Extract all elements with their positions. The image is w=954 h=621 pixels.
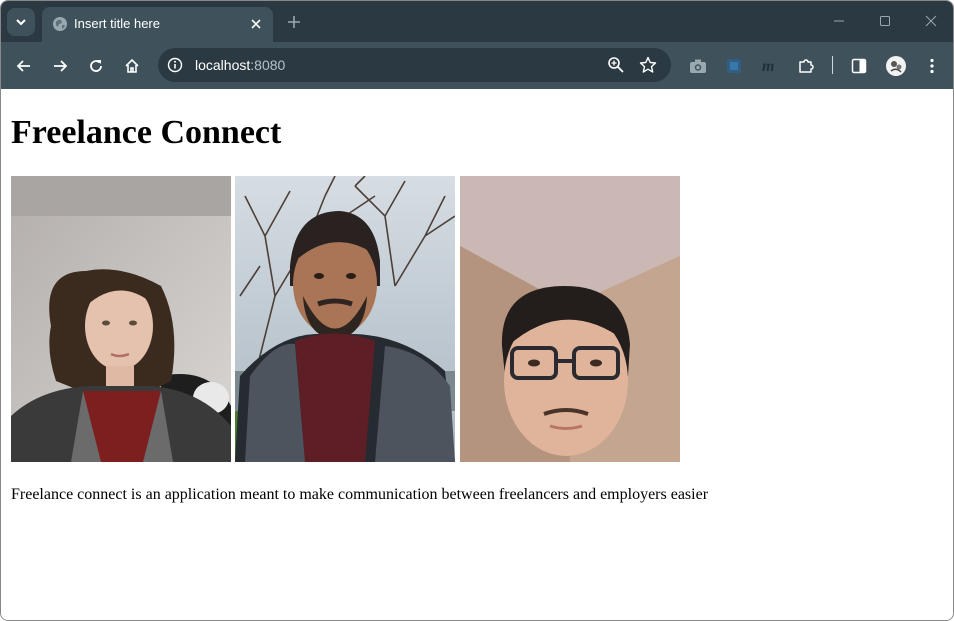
home-button[interactable]	[120, 54, 144, 78]
back-button[interactable]	[12, 54, 36, 78]
side-panel-icon	[851, 58, 867, 74]
m-extension-icon: m	[762, 58, 774, 75]
minimize-button[interactable]	[828, 11, 850, 31]
forward-button[interactable]	[48, 54, 72, 78]
new-tab-button[interactable]	[284, 12, 304, 32]
maximize-button[interactable]	[874, 11, 896, 31]
reload-button[interactable]	[84, 54, 108, 78]
m-extension-button[interactable]: m	[758, 54, 782, 78]
person-photo-3	[460, 176, 680, 462]
app-description: Freelance connect is an application mean…	[11, 486, 709, 503]
side-panel-button[interactable]	[847, 54, 871, 78]
profile-avatar-icon	[886, 56, 906, 76]
profile-button[interactable]	[884, 54, 908, 78]
star-icon[interactable]	[639, 56, 657, 74]
puzzle-extensions-icon	[799, 59, 814, 73]
plus-icon	[288, 16, 300, 28]
person-photo-2	[235, 176, 455, 462]
zoom-icon[interactable]	[607, 56, 625, 74]
home-icon	[125, 58, 139, 73]
forward-arrow-icon	[54, 60, 68, 72]
tab-search-button[interactable]	[7, 8, 35, 36]
blue-extension-icon	[727, 59, 741, 73]
blue-extension-button[interactable]	[722, 54, 746, 78]
window-close-icon	[925, 15, 937, 27]
tab-close-button[interactable]	[247, 15, 265, 33]
tab-strip: Insert title here	[1, 1, 953, 42]
globe-icon	[53, 17, 67, 31]
extensions-button[interactable]	[794, 54, 818, 78]
maximize-icon	[880, 16, 890, 26]
browser-window: Insert title here localhost:8080 m Freel…	[0, 0, 954, 621]
toolbar-separator	[832, 56, 833, 74]
window-close-button[interactable]	[920, 11, 942, 31]
url-host: localhost	[195, 57, 251, 73]
reload-icon	[90, 60, 102, 72]
url-port: :8080	[250, 57, 286, 73]
kebab-menu-icon	[930, 58, 934, 74]
back-arrow-icon	[16, 60, 30, 72]
info-icon[interactable]	[167, 57, 183, 73]
address-bar[interactable]: localhost:8080	[158, 48, 671, 82]
active-tab[interactable]: Insert title here	[42, 7, 273, 42]
camera-extension-icon	[690, 59, 706, 73]
person-photo-1	[11, 176, 231, 462]
camera-extension-button[interactable]	[686, 54, 710, 78]
page-title: Freelance Connect	[11, 114, 282, 151]
toolbar: localhost:8080 m	[1, 42, 953, 89]
tab-title: Insert title here	[74, 16, 160, 31]
url-text: localhost:8080	[195, 56, 285, 74]
close-icon	[251, 19, 261, 29]
kebab-menu-button[interactable]	[920, 54, 944, 78]
page-content: Freelance Connect Freelance connect is a…	[1, 89, 953, 620]
tab-search-icon	[16, 19, 26, 26]
minimize-icon	[834, 20, 844, 22]
svg-text:m: m	[762, 58, 774, 75]
